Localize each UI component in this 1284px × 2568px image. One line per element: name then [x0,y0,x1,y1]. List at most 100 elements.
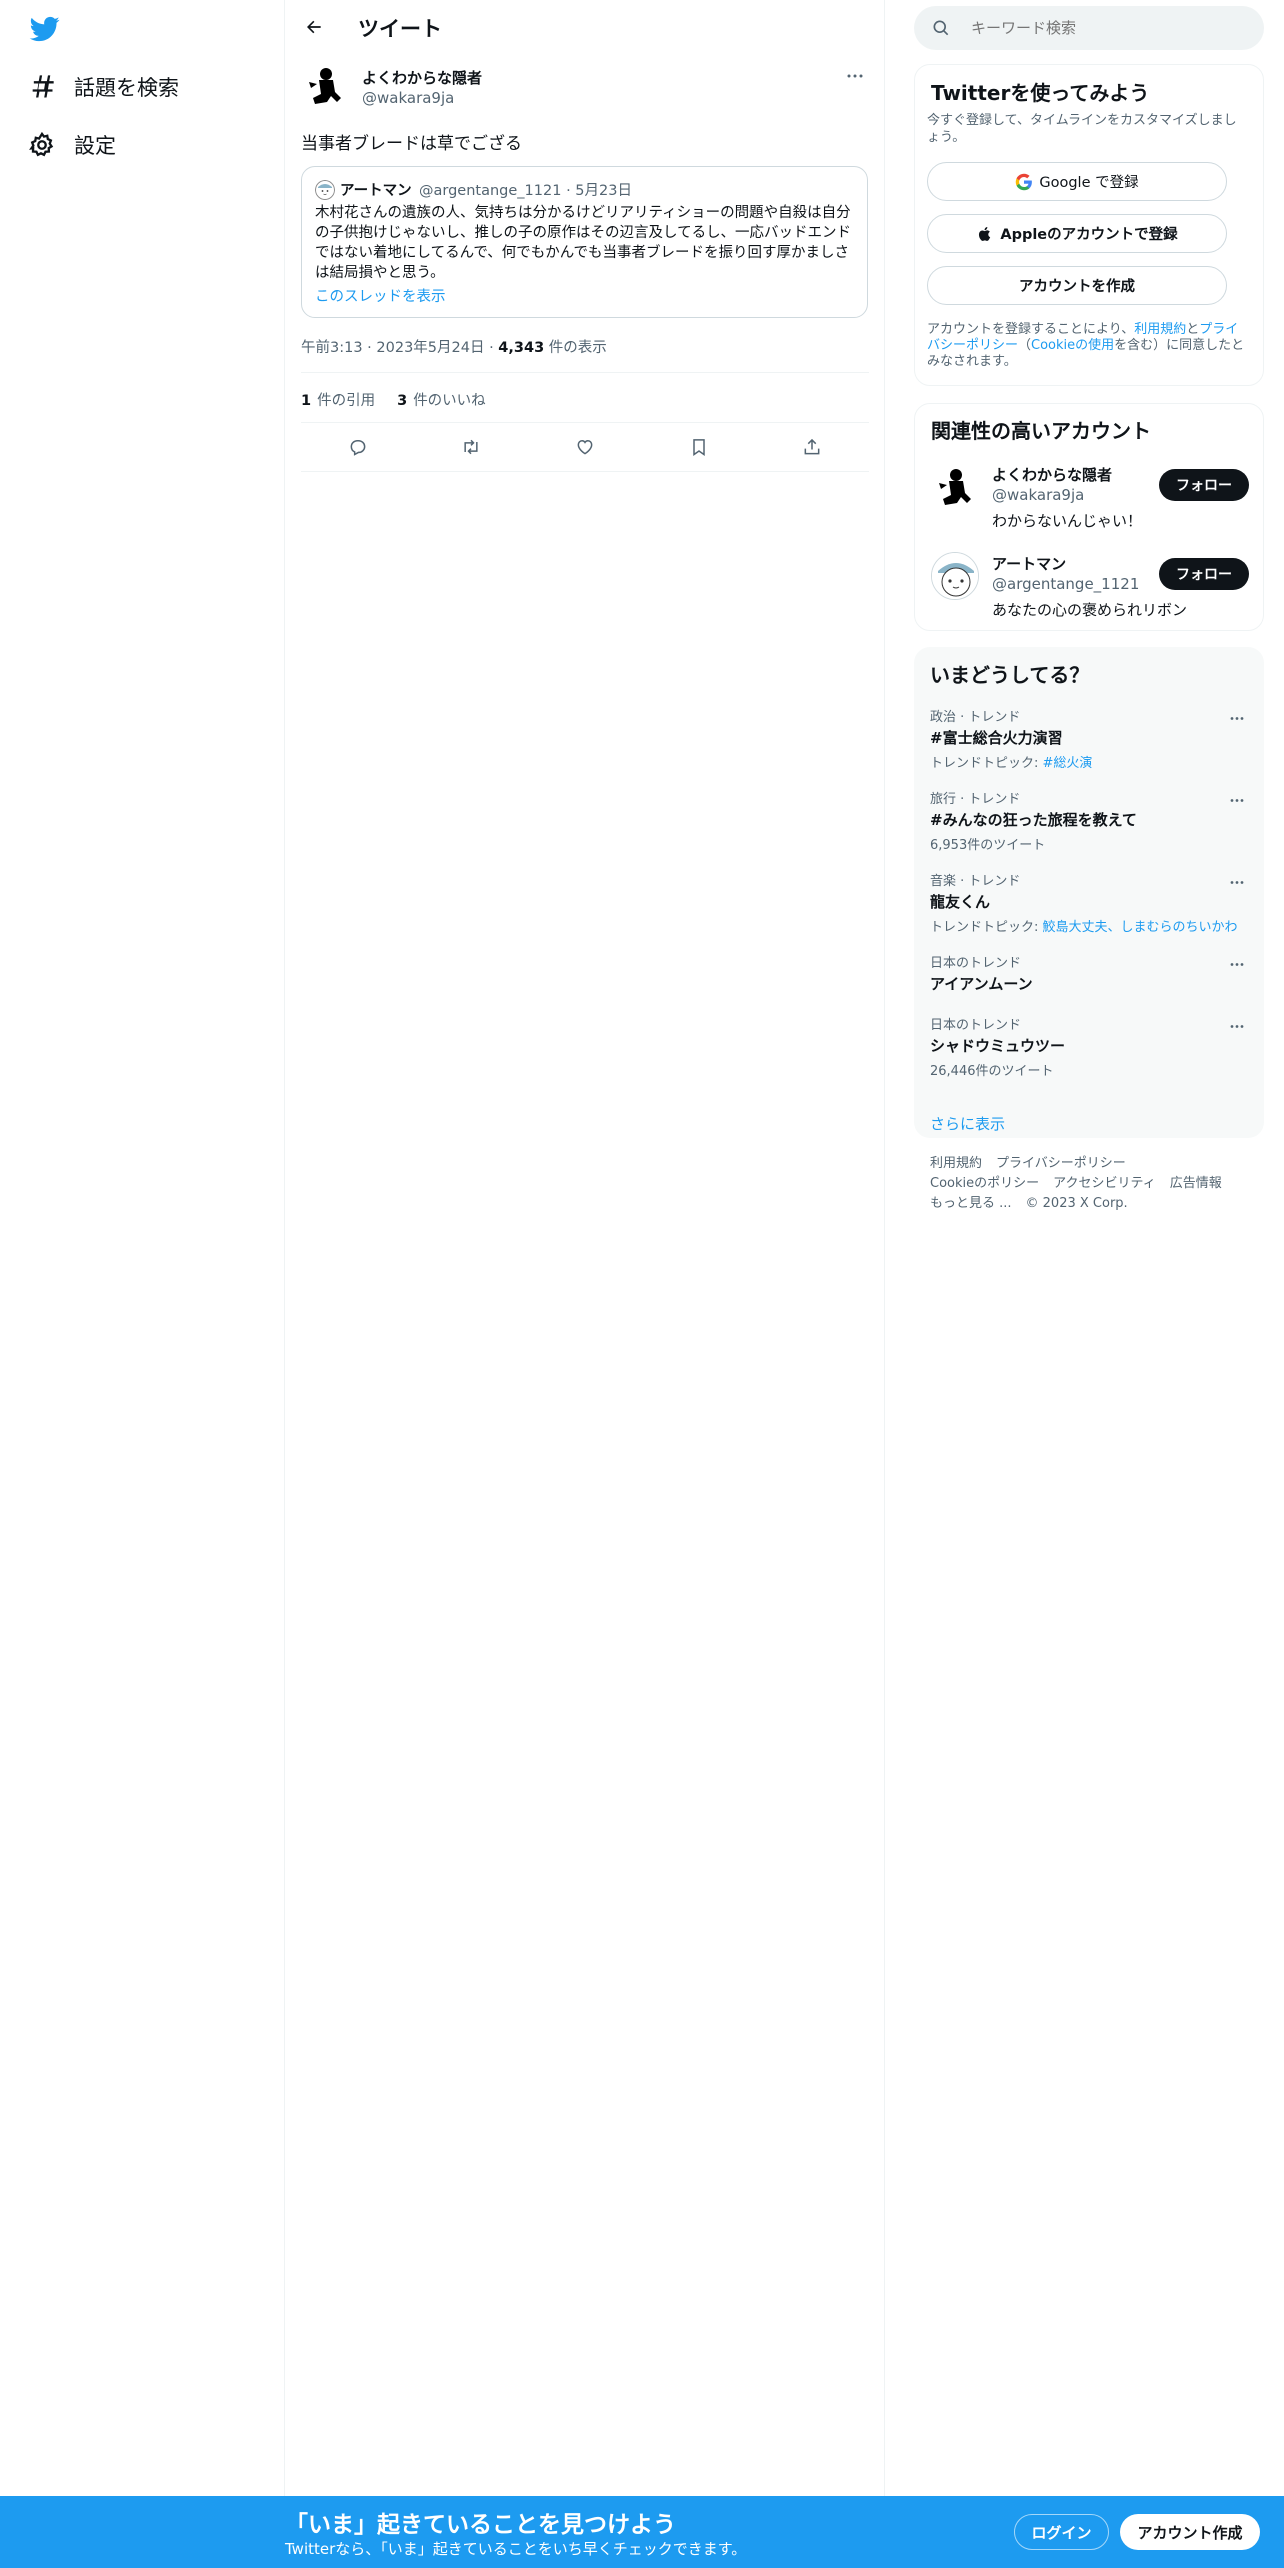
footer-link[interactable]: プライバシーポリシー [996,1156,1126,1171]
retweet-button[interactable] [454,432,488,462]
more-dots-icon [1230,716,1244,720]
quoted-tweet[interactable]: アートマン @argentange_1121 · 5月23日 木村花さんの遺族の… [301,166,868,318]
bookmark-icon [692,439,705,456]
character-avatar-icon [932,553,978,599]
separator: · [566,183,571,199]
ninja-avatar-icon [931,463,979,511]
reply-button[interactable] [341,432,375,462]
trend-sub-prefix: トレンドトピック: [930,920,1043,935]
legal-paren: （ [1018,338,1032,353]
left-navigation: 話題を検索 設定 [0,0,285,2496]
follow-button-1[interactable]: フォロー [1159,469,1249,501]
related-bio-2: あなたの心の褒められリボン [992,601,1188,619]
more-dots-icon [1230,880,1244,884]
bottom-signup-bar: 「いま」起きていることを見つけよう Twitterなら、「いま」起きていることを… [0,2496,1284,2568]
nav-item-explore[interactable]: 話題を検索 [28,67,179,107]
tweet-date[interactable]: 2023年5月24日 [376,340,484,356]
trend-more-button[interactable] [1225,792,1249,808]
cookie-link[interactable]: Cookieの使用 [1031,338,1114,353]
trend-item[interactable]: 日本のトレンド アイアンムーン [930,952,1250,994]
trend-item[interactable]: 音楽 · トレンド 龍友くん トレンドトピック: 鮫島大丈夫、しまむらのちいかわ [930,870,1250,935]
trend-more-button[interactable] [1225,710,1249,726]
likes-stat[interactable]: 3 件のいいね [397,389,486,410]
related-name-1[interactable]: よくわからな隠者 [992,464,1112,485]
apple-icon [979,226,991,241]
bottom-bar-title: 「いま」起きていることを見つけよう [285,2512,676,2538]
footer-link[interactable]: 広告情報 [1170,1176,1222,1191]
quote-meta: @argentange_1121 · 5月23日 [419,179,632,200]
twitter-bird-icon[interactable] [28,14,62,44]
legal-and: と [1186,322,1200,337]
trend-more-button[interactable] [1225,956,1249,972]
trend-more-button[interactable] [1225,1018,1249,1034]
author-name[interactable]: よくわからな隠者 [362,67,482,88]
trend-subtitle: 6,953件のツイート [930,838,1046,853]
quote-author-name: アートマン [340,183,412,199]
arrow-left-icon [307,20,321,34]
gear-icon [29,131,54,157]
back-button[interactable] [299,12,329,42]
page-header: ツイート [285,0,885,54]
trend-item[interactable]: 日本のトレンド シャドウミュウツー 26,446件のツイート [930,1014,1250,1079]
trend-title: #富士総合火力演習 [930,729,1063,747]
related-avatar-1[interactable] [931,463,979,511]
share-button[interactable] [795,432,829,462]
share-icon [804,438,820,455]
quotes-label: 件の引用 [317,393,376,409]
author-handle[interactable]: @wakara9ja [362,89,454,107]
quote-body: 木村花さんの遺族の人、気持ちは分かるけどリアリティショーの問題や自殺は自分の子供… [315,205,852,281]
hashtag-icon [32,75,54,98]
divider [301,471,869,472]
related-avatar-2[interactable] [931,552,979,600]
trend-item[interactable]: 旅行 · トレンド #みんなの狂った旅程を教えて 6,953件のツイート [930,788,1250,853]
more-dots-icon [1230,962,1244,966]
create-account-label: アカウントを作成 [1019,279,1135,295]
footer-link[interactable]: もっと見る ... [930,1196,1012,1211]
related-handle-1[interactable]: @wakara9ja [992,486,1084,504]
create-account-button[interactable]: アカウントを作成 [927,266,1227,305]
login-button[interactable]: ログイン [1014,2514,1109,2550]
signup-card: Twitterを使ってみよう 今すぐ登録して、タイムラインをカスタマイズしましょ… [914,64,1264,386]
related-name-2[interactable]: アートマン [992,553,1066,574]
more-options-button[interactable] [840,66,870,86]
related-handle-2[interactable]: @argentange_1121 [992,575,1139,593]
nav-item-settings[interactable]: 設定 [28,125,116,165]
footer-link[interactable]: Cookieのポリシー [930,1176,1039,1191]
signup-button[interactable]: アカウント作成 [1120,2514,1260,2550]
google-signup-label: Google で登録 [1039,175,1139,191]
google-signup-button[interactable]: Google で登録 [927,162,1227,201]
views-label: 件の表示 [548,340,607,356]
tweet-time[interactable]: 午前3:13 [301,340,363,356]
footer-link[interactable]: アクセシビリティ [1053,1176,1156,1191]
signup-title: Twitterを使ってみよう [931,81,1150,105]
quotes-stat[interactable]: 1 件の引用 [301,389,375,410]
reply-icon [350,440,366,456]
search-bar[interactable] [914,6,1264,50]
legal-text: アカウントを登録することにより、利用規約とプライバシーポリシー（Cookieの使… [927,322,1247,370]
apple-signup-button[interactable]: Appleのアカウントで登録 [927,214,1227,253]
trend-category: 音楽 · トレンド [930,874,1021,889]
show-more-link[interactable]: さらに表示 [930,1113,1005,1134]
trend-subtitle: トレンドトピック: #総火演 [930,752,1250,771]
trend-category: 日本のトレンド [930,956,1022,971]
trend-topic-link[interactable]: #総火演 [1043,756,1093,771]
nav-item-label: 設定 [74,134,116,158]
trend-item[interactable]: 政治 · トレンド #富士総合火力演習 トレンドトピック: #総火演 [930,706,1250,771]
trend-more-button[interactable] [1225,874,1249,890]
terms-link[interactable]: 利用規約 [1134,322,1186,337]
trends-title: いまどうしてる？ [930,663,1090,687]
bottom-bar-subtitle: Twitterなら、「いま」起きていることをいち早くチェックできます。 [285,2540,747,2558]
avatar[interactable] [301,62,349,110]
footer-link[interactable]: 利用規約 [930,1156,982,1171]
like-button[interactable] [568,432,602,462]
retweet-icon [464,439,478,455]
bookmark-button[interactable] [682,432,716,462]
show-thread-link[interactable]: このスレッドを表示 [315,285,446,306]
follow-button-2[interactable]: フォロー [1159,558,1249,590]
more-dots-icon [1230,798,1244,802]
ninja-avatar-icon [301,62,349,110]
trend-topic-link[interactable]: 鮫島大丈夫、しまむらのちいかわ [1043,920,1238,935]
trend-subtitle: 26,446件のツイート [930,1064,1054,1079]
search-input[interactable] [971,16,1241,40]
tweet-text: 当事者ブレードは草でござる [301,134,522,154]
